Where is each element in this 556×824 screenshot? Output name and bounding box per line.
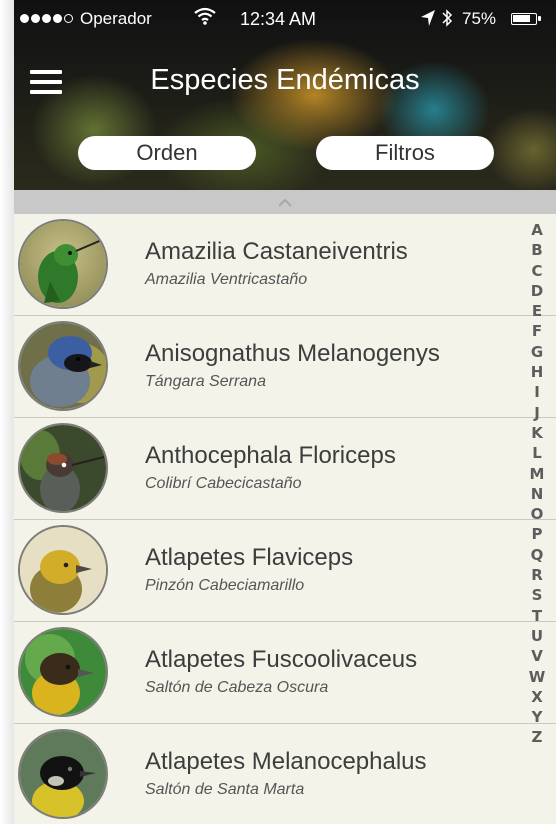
bird-photo-avatar bbox=[18, 219, 108, 309]
alphabet-index-letter[interactable]: T bbox=[532, 606, 542, 626]
chevron-up-icon bbox=[278, 196, 292, 210]
scientific-name: Amazilia Castaneiventris bbox=[145, 238, 408, 265]
alphabet-index-letter[interactable]: Q bbox=[531, 545, 544, 565]
alphabet-index-letter[interactable]: Z bbox=[532, 727, 543, 747]
list-item[interactable]: Anthocephala Floriceps Colibrí Cabecicas… bbox=[14, 418, 556, 520]
bird-photo-avatar bbox=[18, 321, 108, 411]
common-name: Saltón de Cabeza Oscura bbox=[145, 679, 329, 696]
list-item[interactable]: Atlapetes Fuscoolivaceus Saltón de Cabez… bbox=[14, 622, 556, 724]
order-button[interactable]: Orden bbox=[78, 136, 256, 170]
alphabet-index-letter[interactable]: E bbox=[532, 301, 542, 321]
alphabet-index-letter[interactable]: L bbox=[532, 443, 542, 463]
alphabet-index-letter[interactable]: W bbox=[529, 667, 546, 687]
bird-photo-avatar bbox=[18, 627, 108, 717]
alphabet-index-letter[interactable]: C bbox=[531, 261, 542, 281]
alphabet-index-letter[interactable]: H bbox=[531, 362, 544, 382]
status-time: 12:34 AM bbox=[240, 9, 317, 29]
signal-strength-icon bbox=[20, 14, 73, 23]
left-edge-shadow bbox=[0, 0, 14, 824]
alphabet-index-letter[interactable]: V bbox=[531, 646, 543, 666]
page-title: Especies Endémicas bbox=[150, 64, 420, 96]
scientific-name: Atlapetes Fuscoolivaceus bbox=[145, 646, 418, 673]
battery-percentage: 75% bbox=[462, 9, 497, 28]
status-bar: Operador 12:34 AM 75% bbox=[14, 0, 556, 40]
app-screen: Operador 12:34 AM 75% Especies Endémicas… bbox=[14, 0, 556, 824]
battery-icon bbox=[511, 13, 541, 25]
bird-photo-avatar bbox=[18, 525, 108, 615]
alphabet-index-letter[interactable]: G bbox=[531, 342, 543, 362]
list-item[interactable]: Atlapetes Melanocephalus Saltón de Santa… bbox=[14, 724, 556, 824]
scientific-name: Anisognathus Melanogenys bbox=[145, 340, 440, 367]
collapse-handle[interactable] bbox=[14, 190, 556, 214]
alphabet-index-letter[interactable]: A bbox=[531, 220, 543, 240]
bird-photo-avatar bbox=[18, 729, 108, 819]
alphabet-index-letter[interactable]: F bbox=[532, 321, 542, 341]
alphabet-index-letter[interactable]: R bbox=[531, 565, 543, 585]
carrier-name: Operador bbox=[80, 9, 152, 28]
bird-photo-avatar bbox=[18, 423, 108, 513]
list-item[interactable]: Amazilia Castaneiventris Amazilia Ventri… bbox=[14, 214, 556, 316]
common-name: Colibrí Cabecicastaño bbox=[145, 475, 302, 492]
wifi-icon bbox=[194, 7, 216, 30]
alphabet-index-letter[interactable]: N bbox=[531, 484, 544, 504]
alphabet-index-letter[interactable]: J bbox=[534, 403, 540, 423]
alphabet-index-letter[interactable]: I bbox=[534, 382, 540, 402]
common-name: Amazilia Ventricastaño bbox=[145, 271, 308, 288]
alphabet-index[interactable]: ABCDEFGHIJKLMNOPQRSTUVWXYZ bbox=[522, 220, 552, 748]
list-item[interactable]: Anisognathus Melanogenys Tángara Serrana bbox=[14, 316, 556, 418]
alphabet-index-letter[interactable]: M bbox=[530, 464, 545, 484]
bluetooth-icon bbox=[441, 8, 453, 33]
alphabet-index-letter[interactable]: Y bbox=[532, 707, 543, 727]
alphabet-index-letter[interactable]: S bbox=[532, 585, 543, 605]
location-arrow-icon bbox=[420, 9, 436, 32]
alphabet-index-letter[interactable]: K bbox=[531, 423, 543, 443]
common-name: Pinzón Cabeciamarillo bbox=[145, 577, 305, 594]
alphabet-index-letter[interactable]: U bbox=[531, 626, 543, 646]
common-name: Saltón de Santa Marta bbox=[145, 781, 305, 798]
alphabet-index-letter[interactable]: B bbox=[531, 240, 542, 260]
alphabet-index-letter[interactable]: O bbox=[531, 504, 544, 524]
scientific-name: Atlapetes Flaviceps bbox=[145, 544, 354, 571]
list-item[interactable]: Atlapetes Flaviceps Pinzón Cabeciamarill… bbox=[14, 520, 556, 622]
common-name: Tángara Serrana bbox=[145, 373, 266, 390]
alphabet-index-letter[interactable]: X bbox=[531, 687, 543, 707]
alphabet-index-letter[interactable]: D bbox=[531, 281, 543, 301]
alphabet-index-letter[interactable]: P bbox=[532, 524, 543, 544]
species-list: Amazilia Castaneiventris Amazilia Ventri… bbox=[14, 214, 556, 824]
scientific-name: Anthocephala Floriceps bbox=[145, 442, 396, 469]
filters-button[interactable]: Filtros bbox=[316, 136, 494, 170]
header: Operador 12:34 AM 75% Especies Endémicas… bbox=[14, 0, 556, 190]
scientific-name: Atlapetes Melanocephalus bbox=[145, 748, 427, 775]
